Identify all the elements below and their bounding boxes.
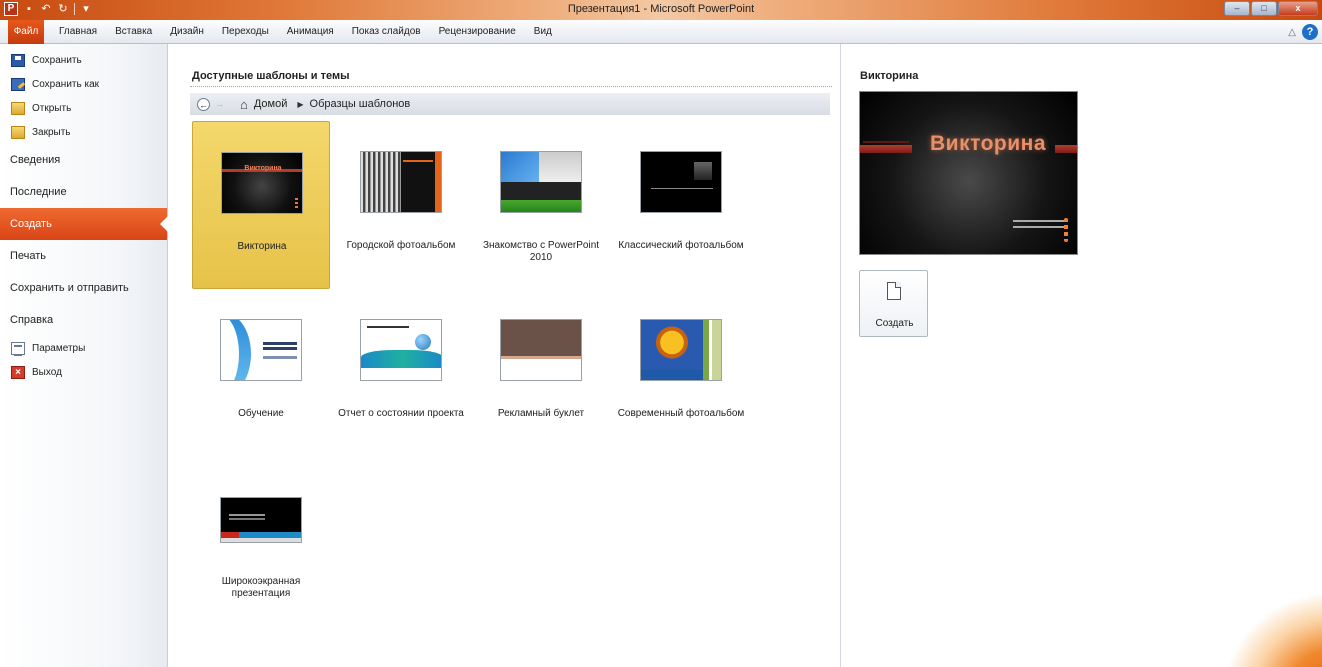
template-thumbnail (360, 151, 442, 213)
tab-design[interactable]: Дизайн (161, 20, 213, 44)
nav-exit[interactable]: × Выход (0, 360, 167, 384)
tab-transitions[interactable]: Переходы (213, 20, 278, 44)
tab-review[interactable]: Рецензирование (430, 20, 525, 44)
template-thumbnail (500, 151, 582, 213)
create-button[interactable]: Создать (859, 270, 928, 337)
title-bar: P ▪ ↶ ↻ ▾ Презентация1 - Microsoft Power… (0, 0, 1322, 20)
preview-panel: Викторина Викторина Создать (841, 44, 1322, 667)
template-tile-training[interactable]: Обучение (192, 289, 330, 457)
nav-recent[interactable]: Последние (0, 176, 167, 208)
heading-divider (190, 86, 832, 87)
save-as-icon (11, 77, 25, 91)
nav-open[interactable]: Открыть (0, 96, 167, 120)
tab-animations[interactable]: Анимация (278, 20, 343, 44)
template-preview: Викторина (859, 91, 1078, 255)
preview-title: Викторина (860, 70, 919, 82)
home-icon[interactable]: ⌂ (240, 97, 248, 112)
template-tile-modern-album[interactable]: Современный фотоальбом (612, 289, 750, 457)
template-navigation-bar: ← → ⌂ Домой ▶ Образцы шаблонов (190, 93, 830, 115)
nav-options[interactable]: Параметры (0, 336, 167, 360)
create-button-label: Создать (875, 318, 914, 329)
decorative-swoosh (1162, 537, 1322, 667)
tab-view[interactable]: Вид (525, 20, 561, 44)
nav-help[interactable]: Справка (0, 304, 167, 336)
template-tile-urban-album[interactable]: Городской фотоальбом (332, 121, 470, 289)
new-document-icon (887, 282, 901, 300)
nav-save-as[interactable]: Сохранить как (0, 72, 167, 96)
template-thumbnail (360, 319, 442, 381)
save-icon (11, 53, 25, 67)
window-title: Презентация1 - Microsoft PowerPoint (567, 3, 755, 15)
template-label: Городской фотоальбом (346, 240, 456, 251)
breadcrumb-sample-templates[interactable]: Образцы шаблонов (310, 98, 411, 110)
options-icon (11, 341, 25, 356)
template-label: Викторина (237, 241, 287, 252)
help-icon[interactable]: ? (1302, 24, 1318, 40)
template-tile-intro-ppt2010[interactable]: Знакомство с PowerPoint 2010 (472, 121, 610, 289)
nav-save-label: Сохранить (32, 54, 82, 66)
template-tile-ad-booklet[interactable]: Рекламный буклет (472, 289, 610, 457)
nav-new[interactable]: Создать (0, 208, 168, 240)
template-thumbnail: Викторина (221, 152, 303, 214)
template-label: Обучение (238, 408, 284, 419)
template-tile-quiz[interactable]: Викторина Викторина (192, 121, 330, 289)
template-label: Широкоэкранная презентация (221, 576, 301, 599)
template-thumbnail (640, 151, 722, 213)
template-label: Отчет о состоянии проекта (338, 408, 464, 419)
ribbon-tabs: Файл Главная Вставка Дизайн Переходы Ани… (0, 19, 1322, 44)
forward-arrow-icon[interactable]: → (213, 98, 226, 111)
template-tile-project-status[interactable]: Отчет о состоянии проекта (332, 289, 470, 457)
back-arrow-icon[interactable]: ← (197, 97, 210, 111)
tab-insert[interactable]: Вставка (106, 20, 161, 44)
window-controls: – □ x (1224, 1, 1318, 16)
nav-save-send[interactable]: Сохранить и отправить (0, 272, 167, 304)
template-thumbnail (500, 319, 582, 381)
breadcrumb-home[interactable]: Домой (254, 98, 288, 110)
nav-close-label: Закрыть (32, 126, 71, 138)
template-thumbnail (640, 319, 722, 381)
template-thumbnail (220, 319, 302, 381)
nav-print[interactable]: Печать (0, 240, 167, 272)
template-label: Классический фотоальбом (618, 240, 744, 251)
breadcrumb-chevron-icon: ▶ (297, 99, 304, 109)
exit-icon: × (11, 365, 25, 379)
template-tile-widescreen[interactable]: Широкоэкранная презентация (192, 457, 330, 625)
minimize-button[interactable]: – (1224, 1, 1250, 16)
ribbon-right-controls: △ ? (1288, 24, 1318, 40)
templates-panel: Доступные шаблоны и темы ← → ⌂ Домой ▶ О… (180, 44, 840, 667)
template-label: Рекламный буклет (497, 408, 585, 419)
nav-options-label: Параметры (32, 342, 86, 354)
maximize-button[interactable]: □ (1251, 1, 1277, 16)
nav-close[interactable]: Закрыть (0, 120, 167, 144)
close-folder-icon (11, 125, 25, 139)
preview-slide-title: Викторина (930, 132, 1047, 155)
templates-heading: Доступные шаблоны и темы (192, 70, 350, 82)
minimize-ribbon-icon[interactable]: △ (1288, 27, 1296, 38)
nav-open-label: Открыть (32, 102, 72, 114)
template-thumbnail (220, 497, 302, 543)
open-folder-icon (11, 101, 25, 115)
template-label: Современный фотоальбом (617, 408, 745, 419)
nav-info[interactable]: Сведения (0, 144, 167, 176)
template-tile-classic-album[interactable]: Классический фотоальбом (612, 121, 750, 289)
tab-slideshow[interactable]: Показ слайдов (343, 20, 430, 44)
nav-save-as-label: Сохранить как (32, 78, 100, 90)
close-button[interactable]: x (1278, 1, 1318, 16)
template-label: Знакомство с PowerPoint 2010 (482, 240, 600, 263)
tab-file[interactable]: Файл (8, 19, 44, 44)
backstage-nav: Сохранить Сохранить как Открыть Закрыть … (0, 44, 168, 667)
nav-exit-label: Выход (32, 366, 62, 378)
nav-save[interactable]: Сохранить (0, 48, 167, 72)
tab-home[interactable]: Главная (50, 20, 106, 44)
